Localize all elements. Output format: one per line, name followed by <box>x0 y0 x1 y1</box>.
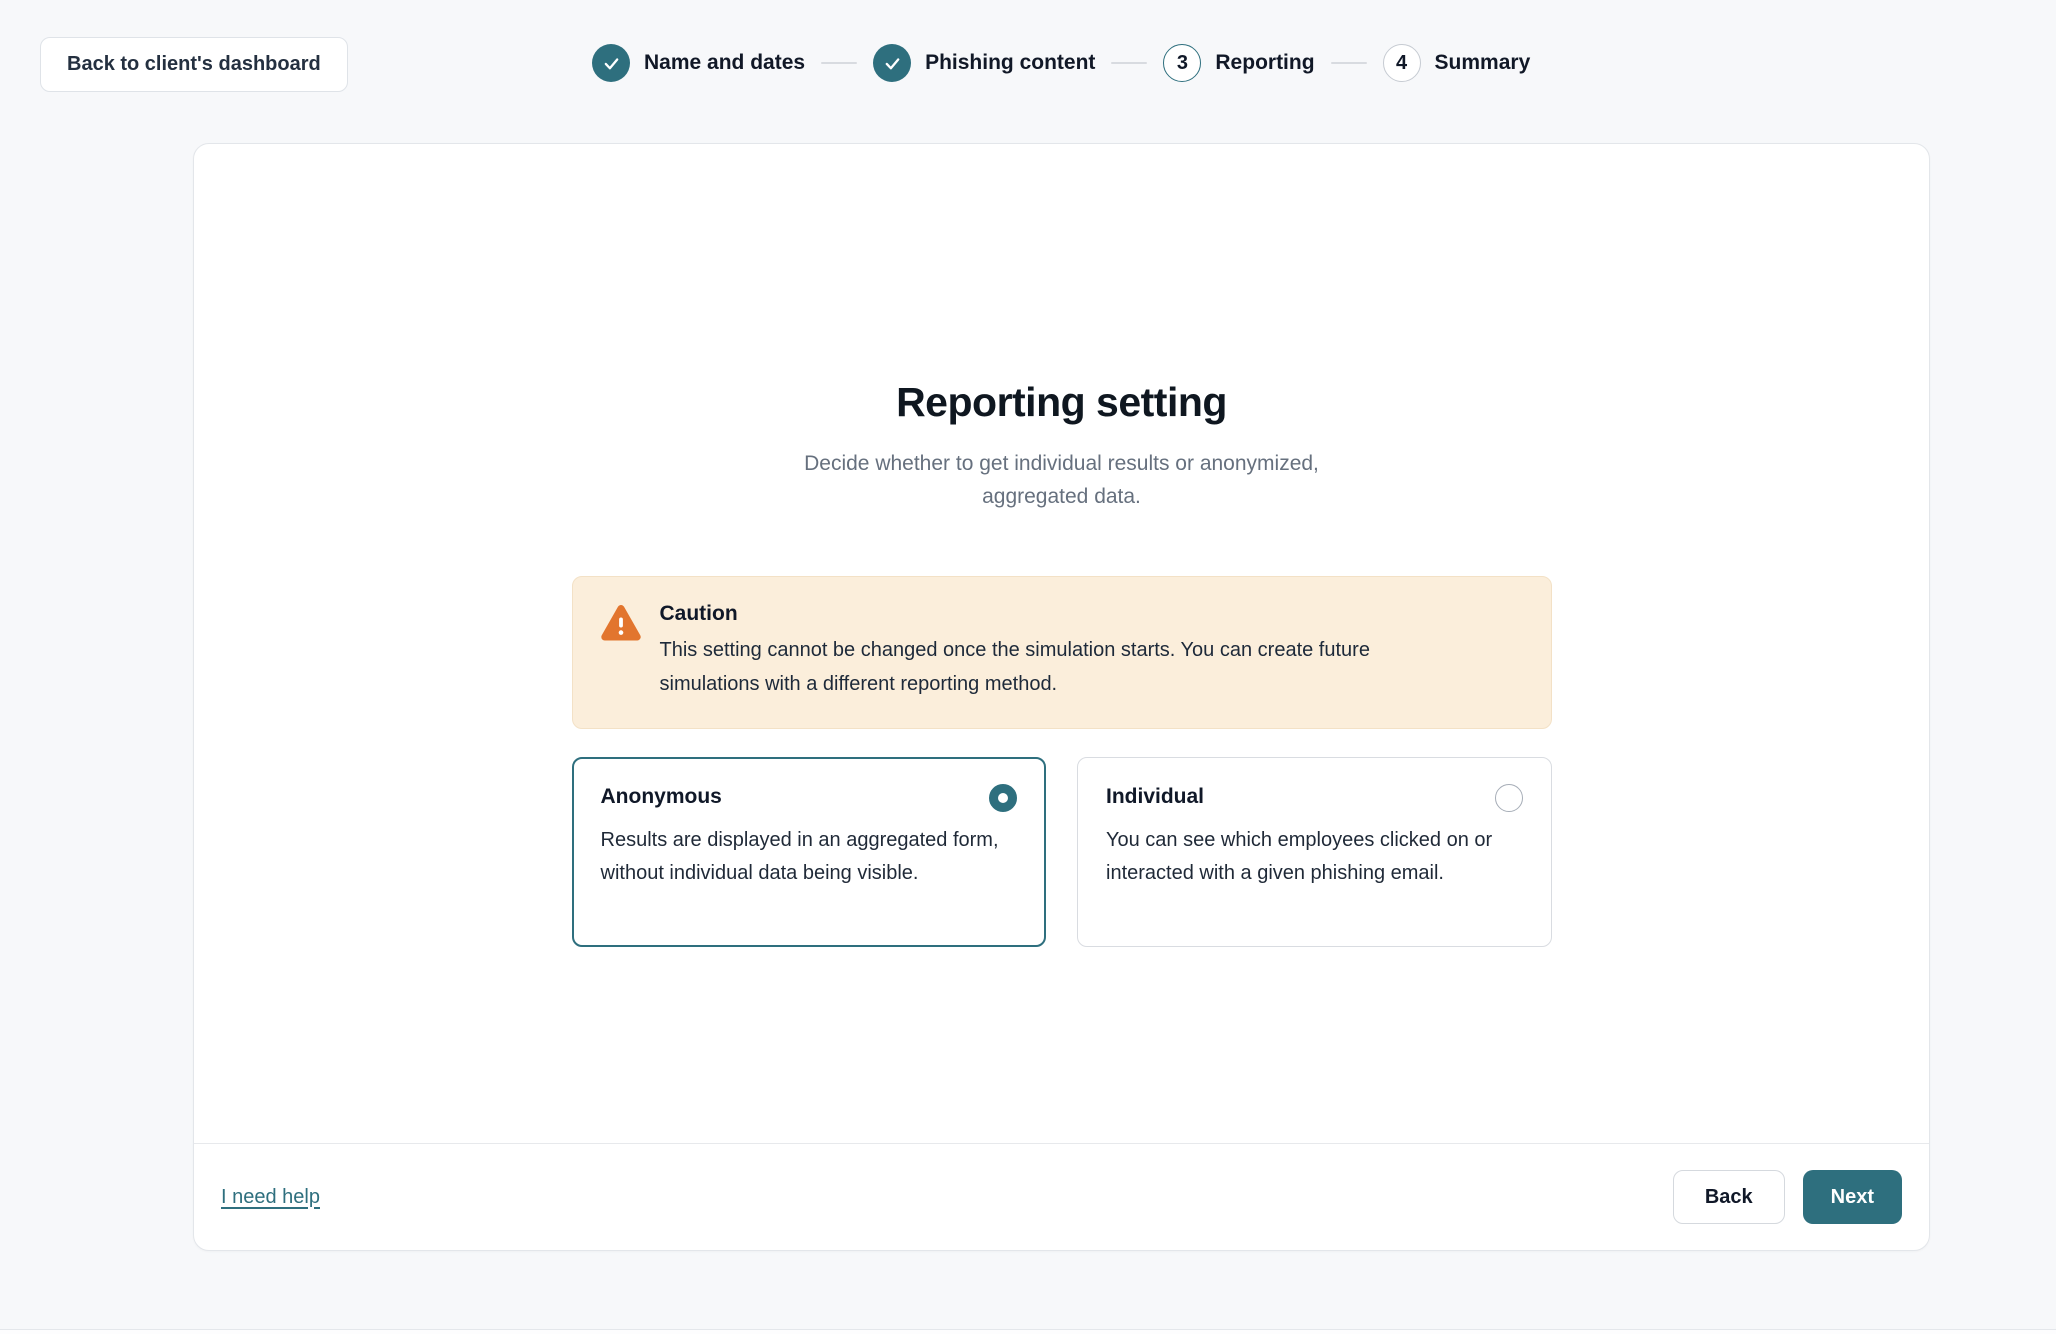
step-status-circle <box>873 44 911 82</box>
option-title: Anonymous <box>601 783 722 809</box>
option-card-individual[interactable]: Individual You can see which employees c… <box>1077 757 1552 947</box>
reporting-options: Anonymous Results are displayed in an ag… <box>572 757 1552 947</box>
radio-unselected-icon[interactable] <box>1495 784 1523 812</box>
step-label: Reporting <box>1215 51 1314 75</box>
footer-actions: Back Next <box>1673 1170 1902 1224</box>
step-label: Summary <box>1435 51 1531 75</box>
page-subtitle: Decide whether to get individual results… <box>782 447 1342 513</box>
wizard-card: Reporting setting Decide whether to get … <box>193 143 1930 1251</box>
option-card-anonymous[interactable]: Anonymous Results are displayed in an ag… <box>572 757 1047 947</box>
option-title: Individual <box>1106 783 1204 809</box>
caution-title: Caution <box>660 602 1470 626</box>
step-connector <box>1331 62 1367 64</box>
step-status-circle: 4 <box>1383 44 1421 82</box>
check-icon <box>883 54 902 73</box>
option-description: Results are displayed in an aggregated f… <box>601 824 1018 890</box>
next-button[interactable]: Next <box>1803 1170 1902 1224</box>
wizard-footer: I need help Back Next <box>194 1143 1929 1250</box>
wizard-stepper: Name and dates Phishing content 3 Report… <box>592 44 1530 82</box>
caution-body: This setting cannot be changed once the … <box>660 633 1470 701</box>
step-status-circle <box>592 44 630 82</box>
back-to-dashboard-button[interactable]: Back to client's dashboard <box>40 37 348 92</box>
warning-triangle-icon <box>601 604 641 642</box>
option-description: You can see which employees clicked on o… <box>1106 824 1523 890</box>
caution-text: Caution This setting cannot be changed o… <box>660 602 1470 701</box>
stepper-step-summary[interactable]: 4 Summary <box>1383 44 1531 82</box>
back-button[interactable]: Back <box>1673 1170 1785 1224</box>
stepper-step-phishing-content[interactable]: Phishing content <box>873 44 1095 82</box>
step-label: Phishing content <box>925 51 1095 75</box>
step-label: Name and dates <box>644 51 805 75</box>
page-title: Reporting setting <box>572 144 1552 426</box>
caution-alert: Caution This setting cannot be changed o… <box>572 576 1552 729</box>
bottom-edge-strip <box>0 1329 2056 1334</box>
step-status-circle: 3 <box>1163 44 1201 82</box>
check-icon <box>602 54 621 73</box>
step-connector <box>821 62 857 64</box>
radio-selected-icon[interactable] <box>989 784 1017 812</box>
stepper-step-reporting[interactable]: 3 Reporting <box>1163 44 1314 82</box>
step-connector <box>1111 62 1147 64</box>
help-link[interactable]: I need help <box>221 1186 320 1209</box>
stepper-step-name-and-dates[interactable]: Name and dates <box>592 44 805 82</box>
